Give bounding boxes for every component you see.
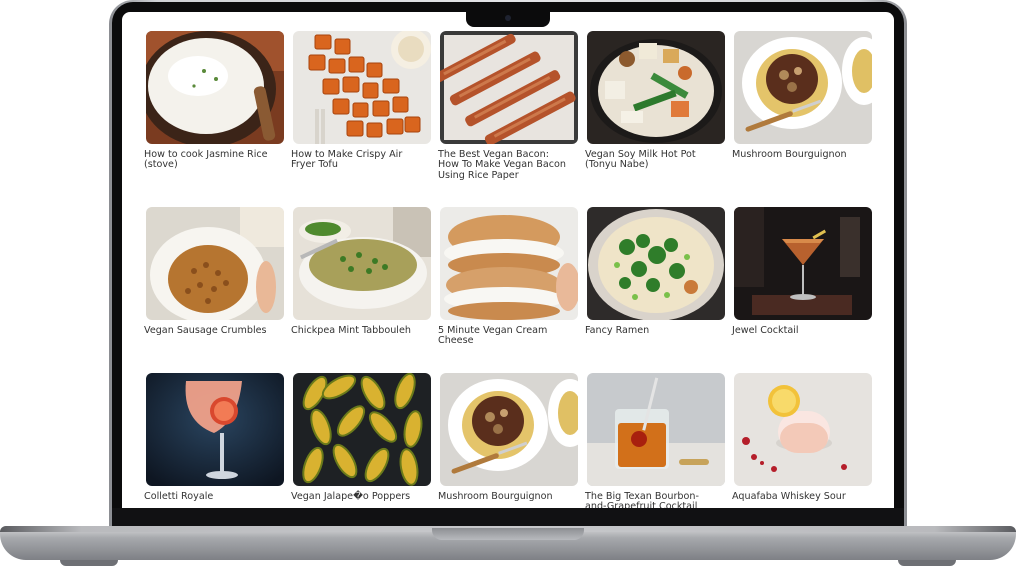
laptop-mockup: How to cook Jasmine Rice (stove) How to … xyxy=(0,0,1016,572)
recipe-title[interactable]: Vegan Soy Milk Hot Pot (Tonyu Nabe) xyxy=(585,149,719,171)
recipe-card[interactable]: Colletti Royale xyxy=(144,373,284,502)
recipe-title[interactable]: Fancy Ramen xyxy=(585,325,719,336)
recipe-card[interactable]: Jewel Cocktail xyxy=(732,207,872,336)
recipe-card[interactable]: How to Make Crispy Air Fryer Tofu xyxy=(291,31,431,171)
recipe-card[interactable]: Aquafaba Whiskey Sour xyxy=(732,373,872,502)
bourbon-cocktail-photo[interactable] xyxy=(587,373,725,486)
mushroom-bourguignon-photo[interactable] xyxy=(440,373,578,486)
recipe-card[interactable]: 5 Minute Vegan Cream Cheese xyxy=(438,207,578,347)
jasmine-rice-photo[interactable] xyxy=(146,31,284,144)
recipe-card[interactable]: The Big Texan Bourbon-and-Grapefruit Coc… xyxy=(585,373,725,508)
recipe-title[interactable]: Vegan Sausage Crumbles xyxy=(144,325,278,336)
mushroom-bourguignon-photo[interactable] xyxy=(734,31,872,144)
laptop-foot xyxy=(898,560,956,566)
crispy-tofu-photo[interactable] xyxy=(293,31,431,144)
screen-chin xyxy=(112,508,904,526)
tabbouleh-photo[interactable] xyxy=(293,207,431,320)
recipe-title[interactable]: Colletti Royale xyxy=(144,491,278,502)
whiskey-sour-photo[interactable] xyxy=(734,373,872,486)
hot-pot-photo[interactable] xyxy=(587,31,725,144)
vegan-bacon-photo[interactable] xyxy=(440,31,578,144)
recipe-card[interactable]: Mushroom Bourguignon xyxy=(732,31,872,160)
jewel-cocktail-photo[interactable] xyxy=(734,207,872,320)
recipe-title[interactable]: The Big Texan Bourbon-and-Grapefruit Coc… xyxy=(585,491,719,508)
recipe-title[interactable]: Mushroom Bourguignon xyxy=(732,149,866,160)
recipe-card[interactable]: Chickpea Mint Tabbouleh xyxy=(291,207,431,336)
recipe-title[interactable]: Aquafaba Whiskey Sour xyxy=(732,491,866,502)
recipe-title[interactable]: How to Make Crispy Air Fryer Tofu xyxy=(291,149,425,171)
laptop-foot xyxy=(60,560,118,566)
cream-cheese-bagel-photo[interactable] xyxy=(440,207,578,320)
colletti-royale-photo[interactable] xyxy=(146,373,284,486)
recipe-card[interactable]: Vegan Sausage Crumbles xyxy=(144,207,284,336)
jalapeno-poppers-photo[interactable] xyxy=(293,373,431,486)
recipe-title[interactable]: Mushroom Bourguignon xyxy=(438,491,572,502)
recipe-title[interactable]: Chickpea Mint Tabbouleh xyxy=(291,325,425,336)
ramen-photo[interactable] xyxy=(587,207,725,320)
recipe-card[interactable]: Fancy Ramen xyxy=(585,207,725,336)
sausage-crumbles-photo[interactable] xyxy=(146,207,284,320)
recipe-card[interactable]: How to cook Jasmine Rice (stove) xyxy=(144,31,284,171)
recipe-title[interactable]: Jewel Cocktail xyxy=(732,325,866,336)
screen: How to cook Jasmine Rice (stove) How to … xyxy=(122,12,894,508)
camera-icon xyxy=(505,15,511,21)
recipe-card[interactable]: Vegan Soy Milk Hot Pot (Tonyu Nabe) xyxy=(585,31,725,171)
trackpad-notch xyxy=(432,528,584,540)
recipe-title[interactable]: How to cook Jasmine Rice (stove) xyxy=(144,149,278,171)
recipe-title[interactable]: Vegan Jalape�o Poppers xyxy=(291,491,425,502)
recipe-title[interactable]: 5 Minute Vegan Cream Cheese xyxy=(438,325,572,347)
recipe-card[interactable]: Vegan Jalape�o Poppers xyxy=(291,373,431,502)
recipe-title[interactable]: The Best Vegan Bacon: How To Make Vegan … xyxy=(438,149,572,181)
recipe-card[interactable]: Mushroom Bourguignon xyxy=(438,373,578,502)
recipe-card[interactable]: The Best Vegan Bacon: How To Make Vegan … xyxy=(438,31,578,181)
